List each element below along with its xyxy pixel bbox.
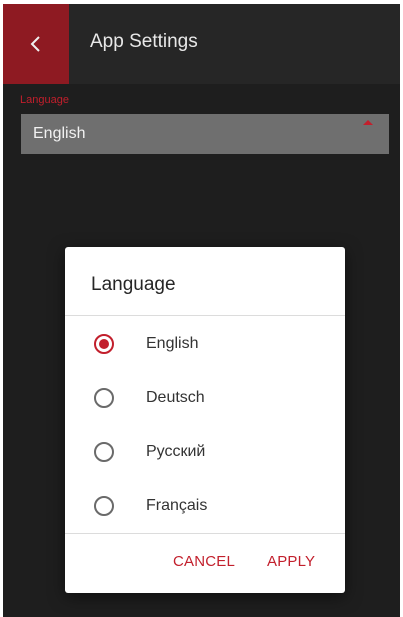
- option-label: Deutsch: [146, 389, 205, 406]
- cancel-button[interactable]: CANCEL: [173, 553, 235, 570]
- language-field-label: Language: [20, 94, 69, 106]
- option-label: Русский: [146, 443, 206, 460]
- radio-unselected-icon[interactable]: [93, 441, 115, 463]
- dialog-title: Language: [91, 274, 176, 295]
- option-french[interactable]: Français: [65, 479, 345, 533]
- option-label: Français: [146, 497, 208, 514]
- dialog-divider-top: [65, 315, 345, 316]
- option-russian[interactable]: Русский: [65, 425, 345, 479]
- language-select[interactable]: English: [21, 114, 389, 154]
- caret-up-icon: [363, 120, 373, 125]
- app-header: App Settings: [3, 4, 400, 84]
- radio-unselected-icon[interactable]: [93, 387, 115, 409]
- radio-unselected-icon[interactable]: [93, 495, 115, 517]
- option-label: English: [146, 335, 199, 352]
- apply-button[interactable]: APPLY: [267, 553, 315, 570]
- option-english[interactable]: English: [65, 317, 345, 371]
- dialog-divider-bottom: [65, 533, 345, 534]
- page-title: App Settings: [90, 31, 198, 52]
- language-dialog: Language English Deutsch Русский Françai…: [65, 247, 345, 593]
- radio-selected-icon[interactable]: [93, 333, 115, 355]
- app-screen: App Settings Language English Language E…: [3, 4, 400, 617]
- back-button[interactable]: [3, 4, 69, 84]
- option-deutsch[interactable]: Deutsch: [65, 371, 345, 425]
- chevron-left-icon: [30, 36, 40, 52]
- language-select-value: English: [33, 125, 86, 142]
